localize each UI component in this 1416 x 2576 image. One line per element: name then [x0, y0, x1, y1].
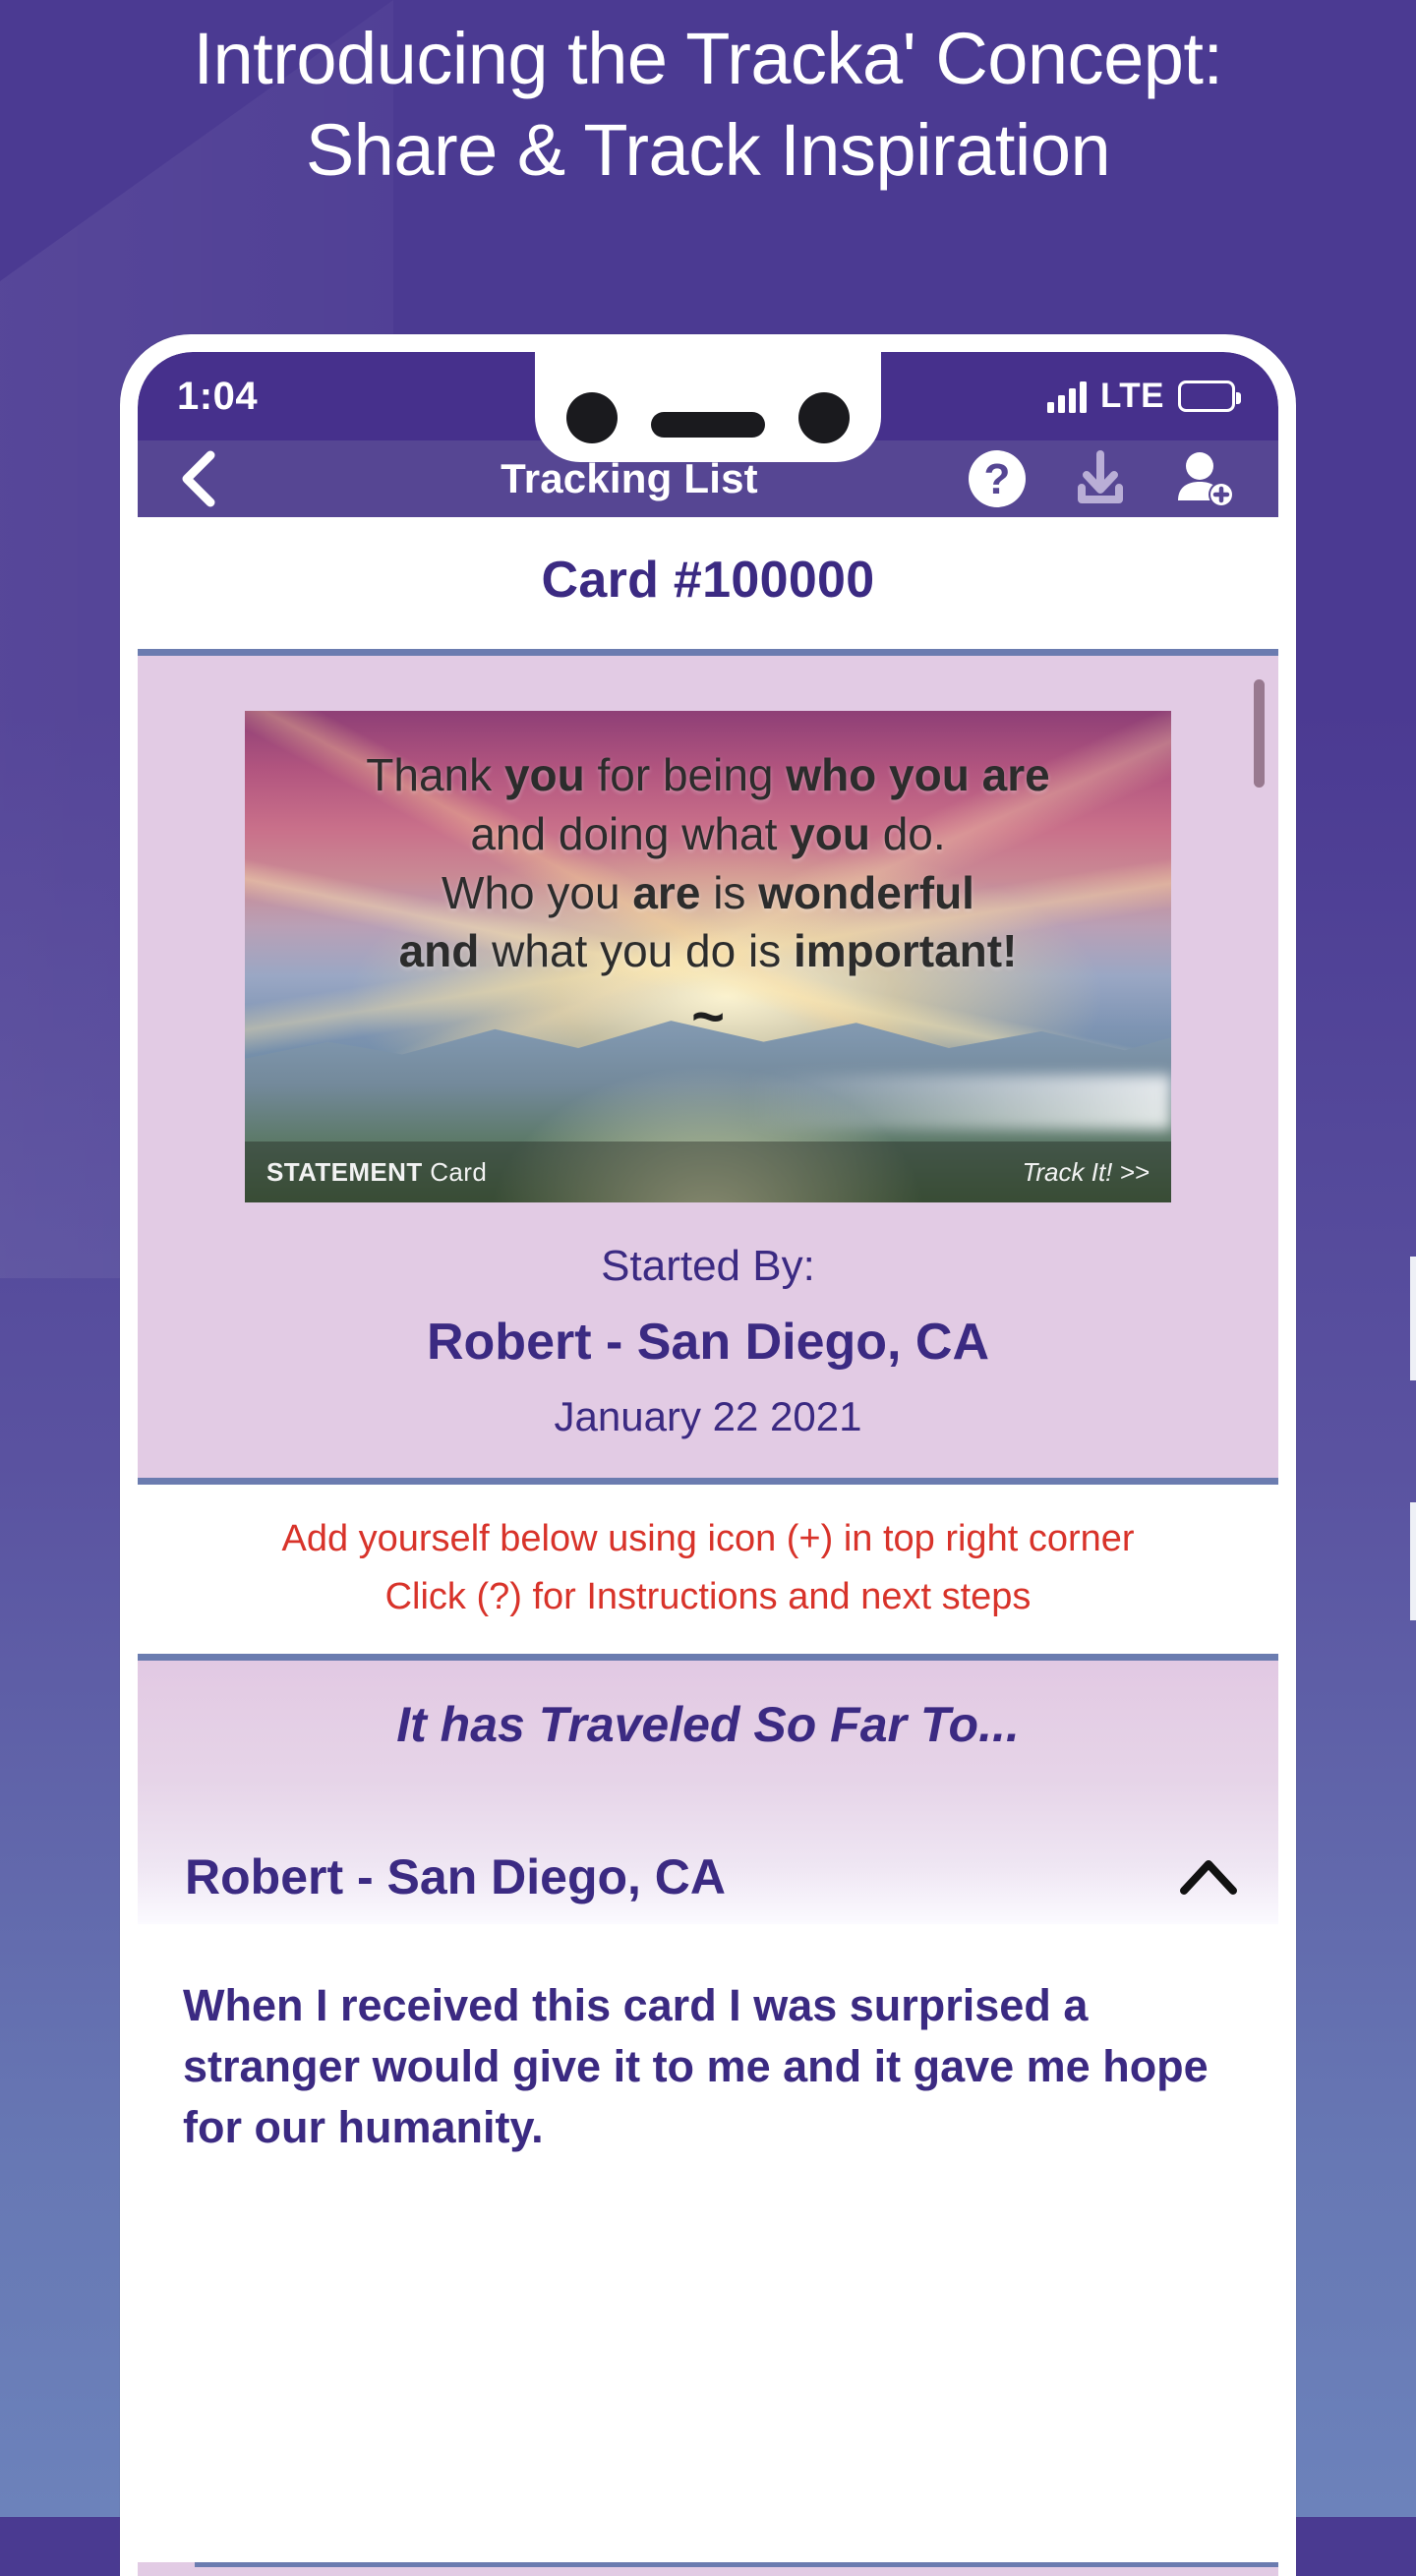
svg-text:?: ? — [984, 455, 1011, 503]
quote-line-3: Who you are is wonderful — [442, 866, 974, 918]
nav-title: Tracking List — [501, 455, 758, 501]
download-icon[interactable] — [1072, 450, 1129, 507]
instruction-line-2: Click (?) for Instructions and next step… — [384, 1575, 1032, 1617]
promo-headline: Introducing the Tracka' Concept: Share &… — [0, 22, 1416, 188]
help-question-icon[interactable]: ? — [968, 449, 1027, 508]
status-bar: 1:04 LTE — [138, 352, 1278, 462]
phone-screen: 1:04 LTE Tracking List ? Card #100000 Th… — [138, 352, 1278, 2576]
instructions-block: Add yourself below using icon (+) in top… — [138, 1478, 1278, 1661]
list-item[interactable]: Robert - San Diego, CA — [138, 1830, 1278, 1924]
battery-full-icon — [1178, 381, 1241, 412]
chevron-up-icon[interactable] — [1178, 1855, 1239, 1899]
phone-notch — [535, 352, 881, 462]
quote-line-4: and what you do is important! — [398, 925, 1018, 977]
fog-decoration — [744, 1075, 1171, 1130]
phone-power-button[interactable] — [1410, 1257, 1416, 1380]
bottom-divider — [138, 2562, 1278, 2576]
testimonial-text: When I received this card I was surprise… — [183, 1979, 1209, 2152]
phone-mockup: 1:04 LTE Tracking List ? Card #100000 Th… — [120, 334, 1416, 2576]
quote-line-2: and doing what you do. — [470, 807, 946, 859]
starter-name: Robert - San Diego, CA — [426, 1314, 990, 1371]
scrollbar-thumb[interactable] — [1254, 679, 1265, 788]
card-image-footer: STATEMENT Card Track It! >> — [245, 1142, 1171, 1202]
chevron-left-icon — [182, 450, 215, 507]
instruction-line-1: Add yourself below using icon (+) in top… — [281, 1518, 1135, 1559]
phone-volume-button[interactable] — [1410, 1502, 1416, 1620]
status-indicators: LTE — [1046, 377, 1241, 416]
nav-actions: ? — [968, 449, 1245, 508]
starter-date: January 22 2021 — [554, 1393, 862, 1439]
headline-line-1: Introducing the Tracka' Concept: — [193, 18, 1223, 99]
front-camera-icon — [566, 392, 618, 443]
statement-card-brand: STATEMENT Card — [266, 1156, 488, 1187]
testimonial-block: When I received this card I was surprise… — [138, 1923, 1278, 2159]
card-quote-text: Thank you for being who you are and doin… — [245, 746, 1171, 981]
traveled-title: It has Traveled So Far To... — [396, 1696, 1020, 1752]
network-type-label: LTE — [1099, 377, 1164, 415]
card-panel: Thank you for being who you are and doin… — [138, 649, 1278, 1478]
quote-line-1: Thank you for being who you are — [366, 749, 1050, 800]
signal-bars-icon — [1046, 380, 1087, 413]
back-button[interactable] — [167, 449, 226, 508]
page-title: Card #100000 — [541, 552, 875, 609]
status-clock: 1:04 — [177, 374, 259, 418]
add-person-icon[interactable] — [1174, 449, 1235, 508]
sensor-icon — [798, 392, 850, 443]
started-by-label: Started By: — [601, 1242, 815, 1290]
tilde-ornament: ~ — [691, 985, 725, 1049]
track-it-link[interactable]: Track It! >> — [1022, 1157, 1150, 1188]
headline-line-2: Share & Track Inspiration — [305, 109, 1111, 192]
earpiece-speaker-icon — [651, 412, 765, 438]
statement-card-image[interactable]: Thank you for being who you are and doin… — [245, 711, 1171, 1202]
traveler-name: Robert - San Diego, CA — [185, 1848, 727, 1904]
traveled-section: It has Traveled So Far To... Robert - Sa… — [138, 1660, 1278, 1924]
